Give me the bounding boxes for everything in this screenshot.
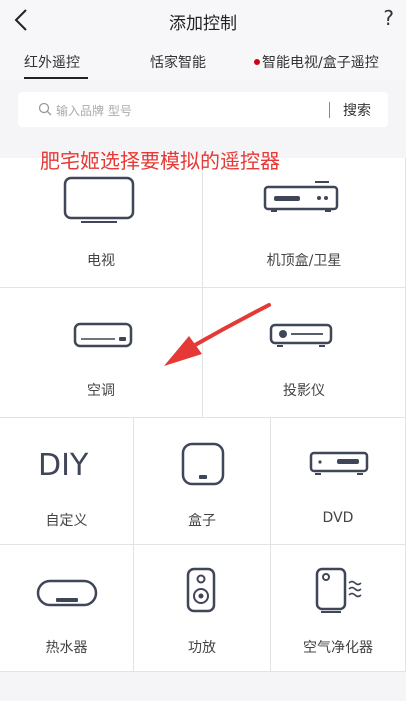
- device-label: 机顶盒/卫星: [266, 253, 342, 269]
- device-air-conditioner[interactable]: 空调: [0, 288, 203, 418]
- diy-icon: DIY: [38, 448, 89, 483]
- air-purifier-icon: [315, 567, 362, 613]
- projector-icon: [269, 323, 333, 347]
- new-indicator-dot: [254, 59, 260, 65]
- device-projector[interactable]: 投影仪: [203, 288, 406, 418]
- device-tv[interactable]: 电视: [0, 158, 203, 288]
- tab-tiqiaa-smart[interactable]: 恬家智能: [150, 52, 206, 72]
- search-bar: 输入品牌 型号 搜索: [18, 92, 388, 127]
- device-amplifier[interactable]: 功放: [134, 545, 271, 672]
- device-label: 电视: [87, 253, 115, 269]
- set-top-box-icon: [263, 181, 339, 212]
- device-diy[interactable]: DIY 自定义: [0, 418, 134, 545]
- tv-box-icon: [181, 442, 225, 486]
- tv-icon: [63, 176, 135, 223]
- device-label: 自定义: [45, 513, 88, 529]
- device-label: 空气净化器: [303, 640, 373, 656]
- active-tab-indicator: [24, 77, 88, 79]
- water-heater-icon: [36, 579, 98, 607]
- tab-bar: 红外遥控 恬家智能 智能电视/盒子遥控: [0, 42, 406, 80]
- dvd-player-icon: [309, 451, 369, 475]
- annotation-caption: 肥宅姬选择要模拟的遥控器: [40, 149, 280, 173]
- device-grid: 电视 机顶盒/卫星 空调 投影仪 DIY 自定义 盒子 DVD 热水器 功放 空…: [0, 158, 406, 672]
- device-label: 空调: [87, 383, 115, 399]
- device-label: 投影仪: [283, 383, 325, 399]
- page-title: 添加控制: [169, 14, 237, 34]
- air-conditioner-icon: [73, 322, 133, 348]
- device-dvd[interactable]: DVD: [271, 418, 406, 545]
- tab-ir-remote[interactable]: 红外遥控: [24, 52, 80, 72]
- search-button[interactable]: 搜索: [343, 100, 371, 120]
- device-water-heater[interactable]: 热水器: [0, 545, 134, 672]
- tab-smart-tv-box[interactable]: 智能电视/盒子遥控: [252, 52, 379, 72]
- device-box[interactable]: 盒子: [134, 418, 271, 545]
- device-air-purifier[interactable]: 空气净化器: [271, 545, 406, 672]
- search-icon: [38, 102, 52, 116]
- speaker-icon: [186, 567, 216, 613]
- device-set-top-box[interactable]: 机顶盒/卫星: [203, 158, 406, 288]
- device-label: 功放: [188, 640, 216, 656]
- top-bar: 添加控制 ?: [0, 0, 406, 42]
- search-input[interactable]: 输入品牌 型号: [56, 102, 132, 119]
- device-label: 盒子: [188, 513, 216, 529]
- device-label: DVD: [322, 510, 354, 526]
- help-icon[interactable]: ?: [383, 6, 394, 30]
- search-divider: [329, 102, 330, 118]
- device-label: 热水器: [45, 640, 88, 656]
